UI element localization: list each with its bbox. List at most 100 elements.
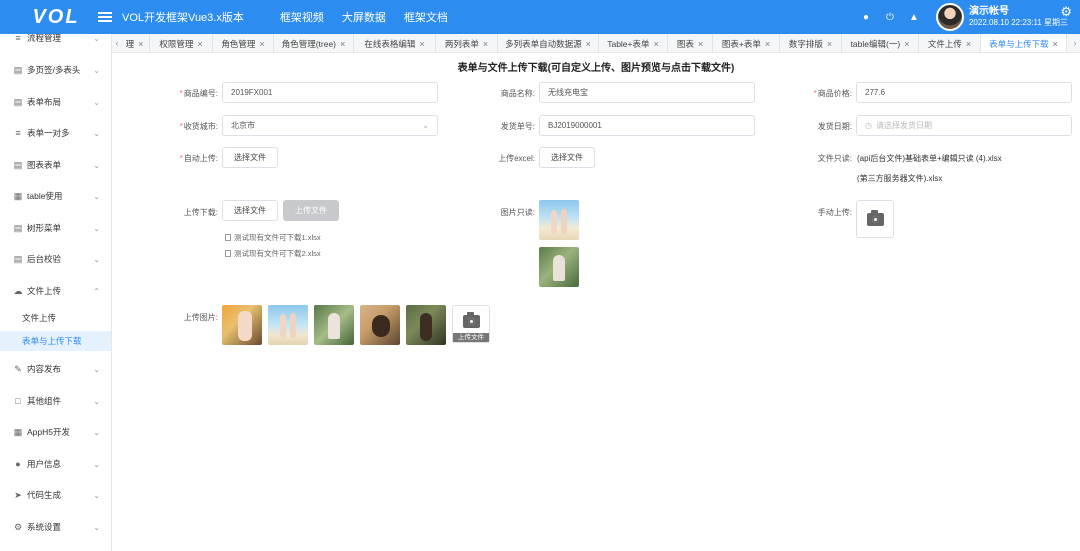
tab-item[interactable]: 数字排版 × — [780, 34, 842, 52]
upload-download-choose-button[interactable]: 选择文件 — [222, 200, 278, 221]
ship-no-input[interactable]: BJ2019000001 — [539, 115, 755, 136]
tab-item[interactable]: 图表+表单 × — [713, 34, 780, 52]
product-code-input[interactable]: 2019FX001 — [222, 82, 438, 103]
tab-item[interactable]: table编辑(一) × — [842, 34, 919, 52]
tab-item[interactable]: 两列表单 × — [436, 34, 498, 52]
readonly-image-beach[interactable] — [539, 200, 579, 240]
close-icon[interactable]: × — [586, 39, 591, 49]
user-icon[interactable]: ● — [854, 12, 878, 23]
sidebar-item-codegen[interactable]: ➤ 代码生成 ⌄ — [0, 484, 111, 506]
bell-icon[interactable]: ▲ — [902, 12, 926, 23]
file-icon — [225, 250, 231, 257]
manual-upload-label: 手动上传: — [817, 208, 852, 217]
tab-item[interactable]: 角色管理 × — [213, 34, 274, 52]
uploaded-image-3[interactable] — [314, 305, 354, 345]
uploaded-image-5[interactable] — [406, 305, 446, 345]
close-icon[interactable]: × — [340, 39, 345, 49]
manual-upload-box[interactable] — [856, 200, 894, 238]
avatar[interactable] — [935, 3, 964, 31]
sidebar-item-user-info[interactable]: ● 用户信息 ⌄ — [0, 453, 111, 475]
sidebar-item-tree-menu[interactable]: ▤ 树形菜单 ⌄ — [0, 217, 111, 239]
sidebar-item-form-layout[interactable]: ▤ 表单布局 ⌄ — [0, 91, 111, 113]
tab-scroll-right-icon[interactable]: › — [1070, 34, 1080, 52]
tab-label: 文件上传 — [927, 38, 962, 49]
tab-bar: ‹ 理 × 权限管理 × 角色管理 × 角色管理(tree) × 在线表格编辑 × 两列表… — [112, 34, 1080, 53]
tab-item[interactable]: Table+表单 × — [599, 34, 668, 52]
excel-choose-button[interactable]: 选择文件 — [539, 147, 595, 168]
close-icon[interactable]: × — [765, 39, 770, 49]
readonly-image-forest[interactable] — [539, 247, 579, 287]
close-icon[interactable]: × — [1053, 39, 1058, 49]
sidebar-item-app-h5[interactable]: ▦ AppH5开发 ⌄ — [0, 421, 111, 443]
file-link-1[interactable]: 测试现有文件可下载1.xlsx — [225, 232, 321, 243]
sidebar-item-chart-form[interactable]: ▤ 图表表单 ⌄ — [0, 154, 111, 176]
close-icon[interactable]: × — [654, 39, 659, 49]
readonly-file-link-2[interactable]: (第三方服务器文件).xlsx — [857, 173, 942, 184]
sidebar-item-label: 图表表单 — [27, 160, 62, 170]
top-link-dashboard[interactable]: 大屏数据 — [342, 9, 386, 25]
sidebar-item-file-upload[interactable]: ☁ 文件上传 ⌃ — [0, 280, 111, 302]
readonly-file-link-1[interactable]: (api后台文件)基础表单+编辑只读 (4).xlsx — [857, 153, 1002, 164]
tab-item[interactable]: 角色管理(tree) × — [274, 34, 354, 52]
top-link-video[interactable]: 框架视频 — [280, 9, 324, 25]
chevron-down-icon: ⌄ — [93, 396, 100, 406]
close-icon[interactable]: × — [259, 39, 264, 49]
close-icon[interactable]: × — [698, 39, 703, 49]
close-icon[interactable]: × — [483, 39, 488, 49]
sidebar-item-content[interactable]: ✎ 内容发布 ⌄ — [0, 358, 111, 380]
sidebar-item-other-components[interactable]: □ 其他组件 ⌄ — [0, 390, 111, 412]
close-icon[interactable]: × — [966, 39, 971, 49]
sidebar-item-settings[interactable]: ⚙ 系统设置 ⌄ — [0, 516, 111, 538]
user-icon: ● — [15, 459, 21, 469]
close-icon[interactable]: × — [197, 39, 202, 49]
uploaded-image-2[interactable] — [268, 305, 308, 345]
tab-label: table编辑(一) — [850, 38, 901, 49]
close-icon[interactable]: × — [419, 39, 424, 49]
page-icon: ▤ — [13, 253, 23, 264]
sidebar-item-label: 多页签/多表头 — [27, 65, 81, 75]
sidebar-item-label: 代码生成 — [27, 490, 62, 500]
product-name-input[interactable]: 无线充电宝 — [539, 82, 755, 103]
sidebar-subitem-file-upload[interactable]: 文件上传 — [0, 308, 111, 328]
sidebar-item-one-to-many[interactable]: ≡ 表单一对多 ⌄ — [0, 122, 111, 144]
tab-label: 角色管理(tree) — [281, 38, 337, 49]
tab-item[interactable]: 理 × — [120, 34, 150, 52]
city-select[interactable]: 北京市 ⌄ — [222, 115, 438, 136]
tab-item[interactable]: 权限管理 × — [150, 34, 213, 52]
image-upload-box[interactable]: 上传文件 — [452, 305, 490, 343]
chevron-down-icon: ⌄ — [93, 34, 100, 43]
tab-item[interactable]: 多列表单自动数据源 × — [498, 34, 599, 52]
app-logo[interactable]: VOL — [0, 0, 112, 34]
sidebar-subitem-form-upload-download[interactable]: 表单与上传下载 — [0, 331, 111, 351]
price-input[interactable]: 277.6 — [856, 82, 1072, 103]
close-icon[interactable]: × — [138, 39, 143, 49]
tab-item[interactable]: 图表 × — [668, 34, 713, 52]
uploaded-image-4[interactable] — [360, 305, 400, 345]
tab-item-active[interactable]: 表单与上传下载 × — [981, 34, 1067, 52]
upload-file-button[interactable]: 上传文件 — [283, 200, 339, 221]
top-link-docs[interactable]: 框架文档 — [404, 9, 448, 25]
menu-toggle-icon[interactable] — [98, 12, 112, 22]
file-link-2[interactable]: 测试现有文件可下载2.xlsx — [225, 248, 321, 259]
ship-date-label: 发货日期: — [817, 122, 852, 131]
close-icon[interactable]: × — [827, 39, 832, 49]
sidebar-item-label: 其他组件 — [27, 396, 62, 406]
ship-date-placeholder: 请选择发货日期 — [875, 121, 932, 130]
auto-upload-choose-button[interactable]: 选择文件 — [222, 147, 278, 168]
chevron-down-icon: ⌄ — [93, 223, 100, 233]
close-icon[interactable]: × — [904, 39, 909, 49]
top-header: VOL VOL开发框架Vue3.x版本 框架视频 大屏数据 框架文档 ● ⏻ ▲… — [0, 0, 1080, 34]
chevron-down-icon: ⌄ — [93, 522, 100, 532]
tab-item[interactable]: 在线表格编辑 × — [354, 34, 436, 52]
chevron-down-icon: ⌄ — [93, 97, 100, 107]
uploaded-image-1[interactable] — [222, 305, 262, 345]
tab-item[interactable]: 文件上传 × — [919, 34, 981, 52]
edit-icon: ✎ — [14, 363, 22, 374]
sidebar-item-validation[interactable]: ▤ 后台校验 ⌄ — [0, 248, 111, 270]
sidebar-item-process[interactable]: ≡ 流程管理 ⌄ — [0, 34, 111, 49]
sidebar-item-multi-tab[interactable]: ▤ 多页签/多表头 ⌄ — [0, 59, 111, 81]
sidebar-item-table[interactable]: ▦ table使用 ⌄ — [0, 185, 111, 207]
ship-date-picker[interactable]: ◷ 请选择发货日期 — [856, 115, 1072, 136]
power-icon[interactable]: ⏻ — [878, 12, 902, 23]
gear-icon[interactable]: ⚙ — [1060, 4, 1072, 20]
